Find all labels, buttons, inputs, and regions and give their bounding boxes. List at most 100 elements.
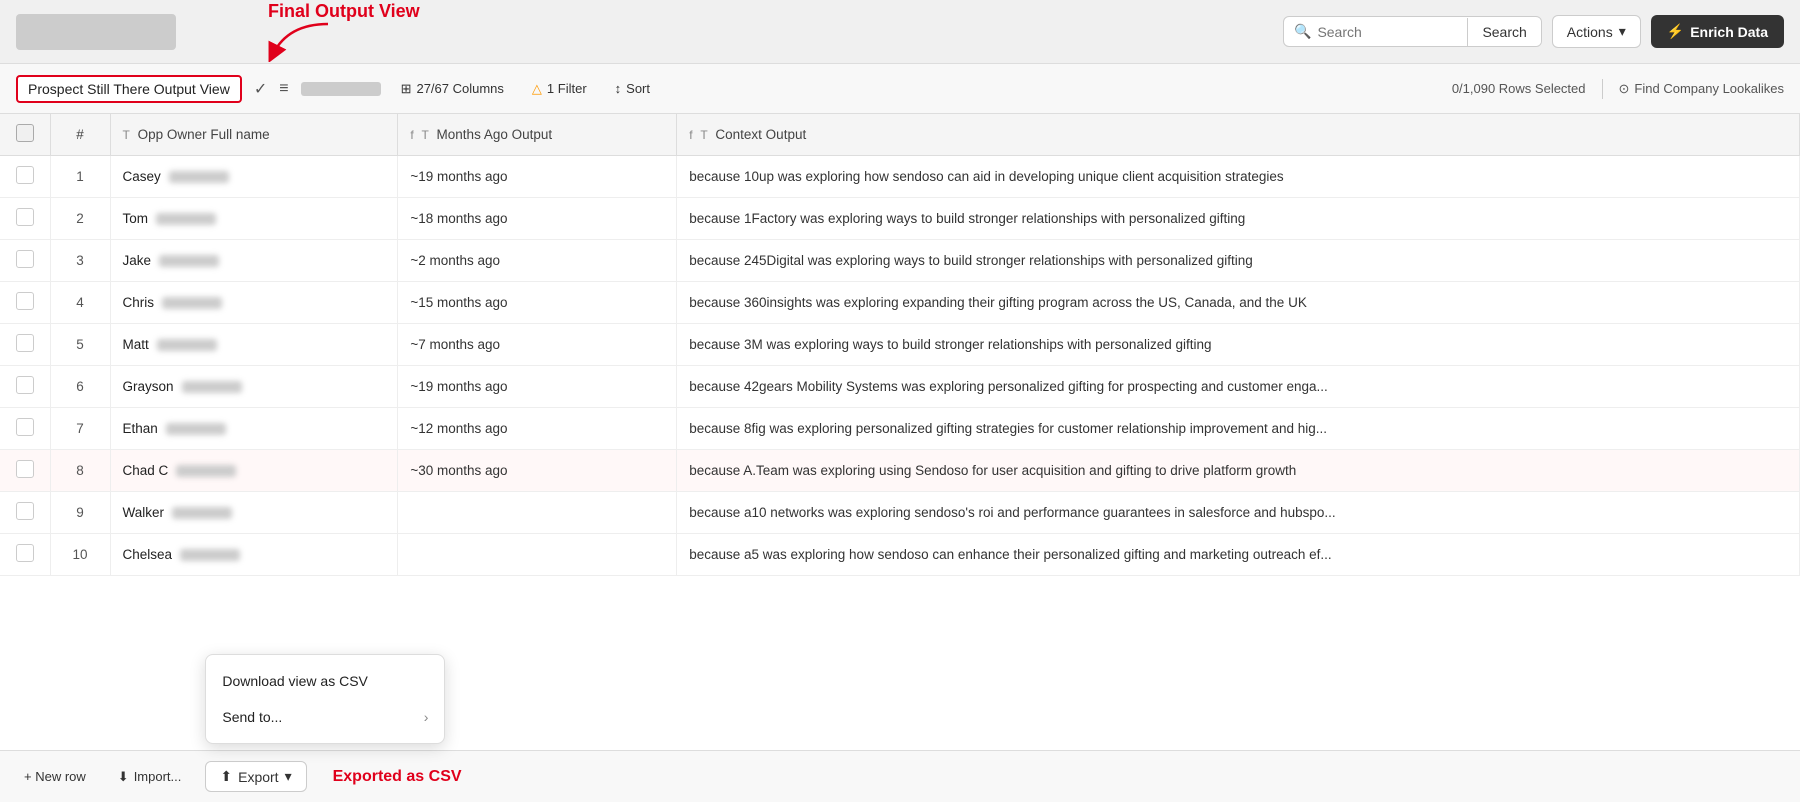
row-number: 2 <box>50 198 110 240</box>
find-lookalikes-button[interactable]: ⊙ Find Company Lookalikes <box>1619 81 1784 97</box>
col-type-icon-t: T <box>123 128 130 142</box>
row-number: 6 <box>50 366 110 408</box>
row-checkbox[interactable] <box>16 544 34 562</box>
row-checkbox-cell <box>0 324 50 366</box>
owner-surname-blurred <box>162 297 222 309</box>
table-body: 1 Casey ~19 months agobecause 10up was exp… <box>0 156 1800 576</box>
row-checkbox[interactable] <box>16 250 34 268</box>
row-checkbox-cell <box>0 408 50 450</box>
col-type-icon-t3: T <box>700 128 707 142</box>
sub-toolbar-left: Prospect Still There Output View ✓ ≡ ⊞ 2… <box>16 75 658 103</box>
row-opp-owner: Jake <box>110 240 398 282</box>
owner-surname-blurred <box>159 255 219 267</box>
row-number: 9 <box>50 492 110 534</box>
row-checkbox[interactable] <box>16 292 34 310</box>
header-checkbox-cell <box>0 114 50 156</box>
row-checkbox[interactable] <box>16 418 34 436</box>
import-button[interactable]: ⬇ Import... <box>110 765 190 789</box>
row-checkbox-cell <box>0 534 50 576</box>
col-type-icon-ft2: f <box>689 128 692 142</box>
search-icon: 🔍 <box>1294 23 1311 40</box>
enrich-icon: ⚡ <box>1667 23 1684 40</box>
row-number: 7 <box>50 408 110 450</box>
row-opp-owner: Grayson <box>110 366 398 408</box>
row-checkbox[interactable] <box>16 208 34 226</box>
owner-surname-blurred <box>176 465 236 477</box>
download-csv-item[interactable]: Download view as CSV <box>206 663 444 699</box>
filter-button[interactable]: △ 1 Filter <box>524 77 595 101</box>
table-row: 8Chad C~30 months agobecause A.Team was … <box>0 450 1800 492</box>
owner-name: Chad C <box>123 463 169 478</box>
export-chevron-icon: ▾ <box>285 768 292 785</box>
owner-name: Jake <box>123 253 152 268</box>
export-upload-icon: ⬆ <box>220 768 232 785</box>
row-checkbox-cell <box>0 492 50 534</box>
row-checkbox[interactable] <box>16 166 34 184</box>
sort-button[interactable]: ↕ Sort <box>607 77 658 100</box>
row-checkbox[interactable] <box>16 460 34 478</box>
row-number: 10 <box>50 534 110 576</box>
row-opp-owner: Casey <box>110 156 398 198</box>
header-checkbox[interactable] <box>16 124 34 142</box>
bottom-toolbar: + New row ⬇ Import... Download view as C… <box>0 750 1800 802</box>
export-label: Export <box>238 769 278 785</box>
logo <box>16 14 176 50</box>
header-row-num: # <box>50 114 110 156</box>
breadcrumb-placeholder <box>301 82 381 96</box>
owner-name: Walker <box>123 505 165 520</box>
row-context: because 1Factory was exploring ways to b… <box>677 198 1800 240</box>
row-opp-owner: Walker <box>110 492 398 534</box>
enrich-data-button[interactable]: ⚡ Enrich Data <box>1651 15 1784 48</box>
row-checkbox-cell <box>0 282 50 324</box>
header-opp-owner: T Opp Owner Full name <box>110 114 398 156</box>
row-opp-owner: Ethan <box>110 408 398 450</box>
row-number: 8 <box>50 450 110 492</box>
row-checkbox[interactable] <box>16 502 34 520</box>
table-row: 7Ethan~12 months agobecause 8fig was exp… <box>0 408 1800 450</box>
owner-surname-blurred <box>169 171 229 183</box>
owner-name: Matt <box>123 337 149 352</box>
download-csv-label: Download view as CSV <box>222 673 368 689</box>
columns-button[interactable]: ⊞ 27/67 Columns <box>393 77 512 101</box>
row-checkbox-cell <box>0 240 50 282</box>
owner-surname-blurred <box>156 213 216 225</box>
search-input[interactable] <box>1317 24 1457 40</box>
export-dropdown: Download view as CSV Send to... › <box>205 654 445 744</box>
row-months-ago: ~18 months ago <box>398 198 677 240</box>
search-input-area: 🔍 <box>1284 17 1467 46</box>
columns-label: 27/67 Columns <box>416 81 503 96</box>
header-context: f T Context Output <box>677 114 1800 156</box>
owner-name: Chelsea <box>123 547 173 562</box>
table-row: 4Chris~15 months agobecause 360insights … <box>0 282 1800 324</box>
row-opp-owner: Chad C <box>110 450 398 492</box>
sort-icon: ↕ <box>615 81 622 96</box>
row-months-ago: ~19 months ago <box>398 156 677 198</box>
search-button[interactable]: Search <box>1467 18 1540 46</box>
row-checkbox[interactable] <box>16 376 34 394</box>
check-icon: ✓ <box>254 79 267 99</box>
row-months-ago: ~2 months ago <box>398 240 677 282</box>
row-context: because 10up was exploring how sendoso c… <box>677 156 1800 198</box>
row-context: because 42gears Mobility Systems was exp… <box>677 366 1800 408</box>
filter-icon: △ <box>532 81 542 97</box>
rows-selected-label: 0/1,090 Rows Selected <box>1452 81 1586 96</box>
row-checkbox[interactable] <box>16 334 34 352</box>
actions-button[interactable]: Actions ▾ <box>1552 15 1641 48</box>
row-number: 1 <box>50 156 110 198</box>
sub-toolbar: Prospect Still There Output View ✓ ≡ ⊞ 2… <box>0 64 1800 114</box>
export-button[interactable]: ⬆ Export ▾ <box>205 761 306 792</box>
lookalikes-label: Find Company Lookalikes <box>1634 81 1784 96</box>
export-annotation-label: Exported as CSV <box>333 768 462 786</box>
row-context: because 245Digital was exploring ways to… <box>677 240 1800 282</box>
table-row: 10Chelseabecause a5 was exploring how se… <box>0 534 1800 576</box>
owner-name: Ethan <box>123 421 158 436</box>
owner-name: Casey <box>123 169 161 184</box>
search-container: 🔍 Search <box>1283 16 1542 47</box>
row-checkbox-cell <box>0 156 50 198</box>
row-checkbox-cell <box>0 198 50 240</box>
row-months-ago: ~15 months ago <box>398 282 677 324</box>
send-to-item[interactable]: Send to... › <box>206 699 444 735</box>
list-icon: ≡ <box>279 80 288 98</box>
view-name-box: Prospect Still There Output View <box>16 75 242 103</box>
new-row-button[interactable]: + New row <box>16 765 94 788</box>
